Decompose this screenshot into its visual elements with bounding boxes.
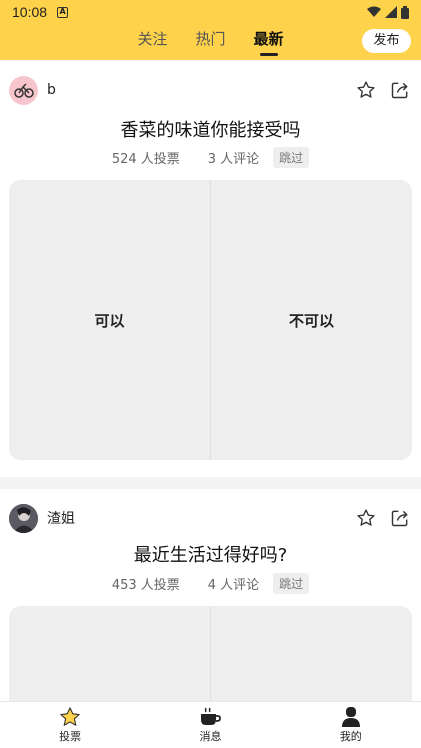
status-bar: 10:08 A bbox=[0, 0, 421, 24]
poll-question: 最近生活过得好吗? bbox=[133, 545, 288, 566]
battery-icon bbox=[401, 5, 409, 19]
skip-button[interactable]: 跳过 bbox=[273, 573, 310, 594]
cartoon-bike-avatar-icon bbox=[13, 83, 34, 98]
comment-count[interactable]: 4 人评论 bbox=[208, 574, 259, 593]
card-actions bbox=[355, 79, 411, 101]
avatar[interactable] bbox=[9, 75, 38, 105]
vote-count: 453 人投票 bbox=[111, 578, 180, 593]
wifi-icon bbox=[367, 6, 381, 17]
card-header: 渣姐 bbox=[9, 503, 411, 533]
tab-following[interactable]: 关注 bbox=[137, 27, 167, 53]
nav-item-profile[interactable]: 我的 bbox=[281, 702, 421, 748]
username[interactable]: b bbox=[47, 82, 56, 98]
tab-hot[interactable]: 热门 bbox=[195, 27, 225, 53]
bottom-nav: 投票 消息 我的 bbox=[0, 701, 421, 748]
vote-count: 524 人投票 bbox=[111, 152, 180, 167]
star-icon[interactable] bbox=[355, 507, 377, 529]
nav-item-vote[interactable]: 投票 bbox=[0, 702, 140, 748]
poll-option-right[interactable]: 不可以 bbox=[210, 180, 412, 460]
nav-label: 消息 bbox=[199, 729, 222, 743]
skip-button[interactable]: 跳过 bbox=[273, 147, 310, 168]
user-icon bbox=[340, 706, 362, 727]
poll-option-right[interactable] bbox=[210, 606, 412, 701]
star-icon[interactable] bbox=[355, 79, 377, 101]
poll-options bbox=[9, 606, 412, 701]
poll-question: 香菜的味道你能接受吗 bbox=[120, 120, 301, 141]
status-indicators bbox=[367, 5, 409, 19]
poll-card: 渣姐 最近生活过得好吗? 453 人投票 4 人评论 跳过 bbox=[0, 489, 421, 701]
poll-meta: 524 人投票 3 人评论 跳过 bbox=[0, 147, 421, 168]
poll-option-left[interactable] bbox=[9, 606, 210, 701]
card-actions bbox=[355, 507, 411, 529]
username[interactable]: 渣姐 bbox=[47, 508, 75, 528]
poll-options: 可以 不可以 bbox=[9, 180, 412, 460]
share-icon[interactable] bbox=[389, 79, 411, 101]
poll-option-left[interactable]: 可以 bbox=[9, 180, 210, 460]
poll-card: b 香菜的味道你能接受吗 524 人投票 3 人评论 跳过 可以 不可以 bbox=[0, 61, 421, 477]
nav-label: 我的 bbox=[339, 729, 362, 743]
nav-item-messages[interactable]: 消息 bbox=[140, 702, 280, 748]
coffee-cup-icon bbox=[199, 707, 222, 727]
publish-button[interactable]: 发布 bbox=[362, 29, 411, 53]
signal-icon bbox=[385, 6, 397, 18]
notification-icon: A bbox=[57, 6, 69, 18]
share-icon[interactable] bbox=[389, 507, 411, 529]
nav-label: 投票 bbox=[59, 729, 82, 743]
comment-count[interactable]: 3 人评论 bbox=[208, 148, 259, 167]
feed-tabs: 关注 热门 最新 bbox=[0, 27, 421, 57]
photo-avatar-icon bbox=[9, 503, 38, 533]
poll-meta: 453 人投票 4 人评论 跳过 bbox=[0, 573, 421, 594]
avatar[interactable] bbox=[9, 503, 38, 533]
star-icon bbox=[59, 706, 81, 727]
card-header: b bbox=[9, 75, 411, 105]
tab-latest[interactable]: 最新 bbox=[254, 27, 284, 53]
status-time: 10:08 bbox=[12, 4, 48, 20]
